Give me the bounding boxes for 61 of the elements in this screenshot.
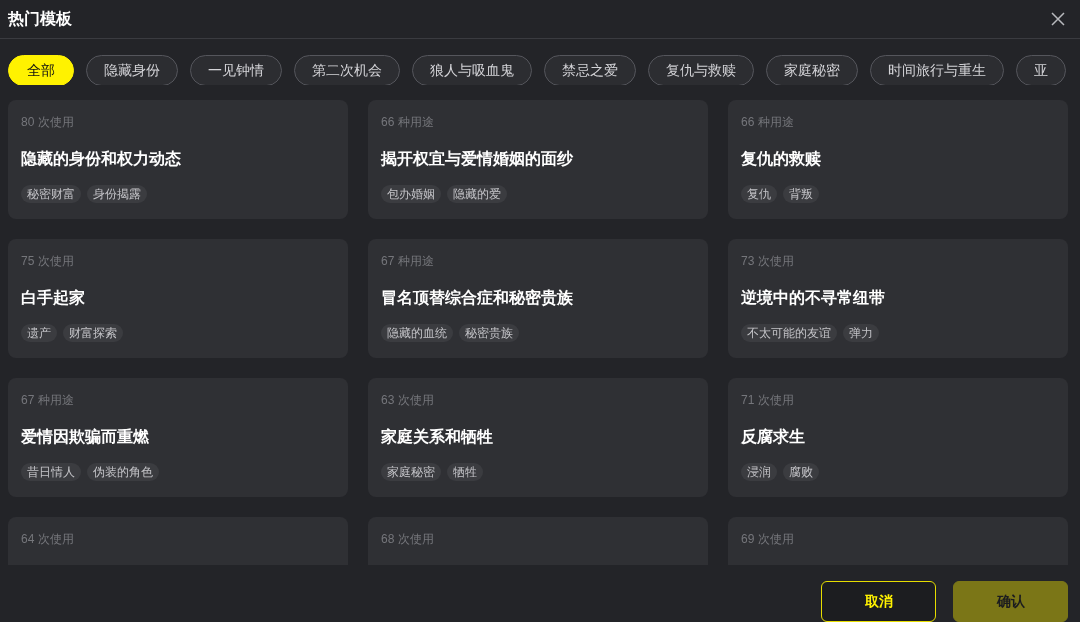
template-card[interactable]: 75 次使用 白手起家 遗产 财富探索 — [8, 239, 348, 359]
template-card[interactable]: 66 种用途 揭开权宜与爱情婚姻的面纱 包办婚姻 隐藏的爱 — [368, 100, 708, 220]
tag: 身份揭露 — [87, 185, 147, 204]
category-tab[interactable]: 全部 — [8, 54, 74, 86]
template-title: 爱情因欺骗而重燃 — [21, 427, 149, 448]
category-tab[interactable]: 隐藏身份 — [86, 54, 178, 86]
template-title: 冒名顶替综合症和秘密贵族 — [381, 288, 573, 309]
category-tab[interactable]: 狼人与吸血鬼 — [412, 54, 532, 86]
template-title: 家庭关系和牺牲 — [381, 427, 493, 448]
usage-count: 75 次使用 — [21, 253, 74, 270]
usage-count: 66 种用途 — [741, 114, 794, 131]
category-tab[interactable]: 亚 — [1016, 54, 1066, 86]
usage-count: 66 种用途 — [381, 114, 434, 131]
usage-count: 63 次使用 — [381, 392, 434, 409]
template-title: 反腐求生 — [741, 427, 805, 448]
template-title: 白手起家 — [21, 288, 85, 309]
usage-count: 67 种用途 — [21, 392, 74, 409]
cancel-button[interactable]: 取消 — [821, 581, 936, 622]
tag: 遗产 — [21, 324, 57, 343]
tag: 家庭秘密 — [381, 463, 441, 482]
tag: 复仇 — [741, 185, 777, 204]
tag: 包办婚姻 — [381, 185, 441, 204]
category-tab[interactable]: 时间旅行与重生 — [870, 54, 1004, 86]
template-title: 揭开权宜与爱情婚姻的面纱 — [381, 149, 573, 170]
template-card[interactable]: 66 种用途 复仇的救赎 复仇 背叛 — [728, 100, 1068, 220]
usage-count: 68 次使用 — [381, 531, 434, 548]
template-title: 复仇的救赎 — [741, 149, 821, 170]
template-card[interactable]: 67 种用途 冒名顶替综合症和秘密贵族 隐藏的血统 秘密贵族 — [368, 239, 708, 359]
template-title: 逆境中的不寻常纽带 — [741, 288, 885, 309]
usage-count: 71 次使用 — [741, 392, 794, 409]
category-tab[interactable]: 家庭秘密 — [766, 54, 858, 86]
template-card[interactable]: 67 种用途 爱情因欺骗而重燃 昔日情人 伪装的角色 — [8, 378, 348, 498]
tag: 弹力 — [843, 324, 879, 343]
template-title: 隐藏的身份和权力动态 — [21, 149, 181, 170]
template-card[interactable]: 80 次使用 隐藏的身份和权力动态 秘密财富 身份揭露 — [8, 100, 348, 220]
close-icon[interactable] — [1050, 10, 1066, 27]
template-card[interactable]: 73 次使用 逆境中的不寻常纽带 不太可能的友谊 弹力 — [728, 239, 1068, 359]
tag: 秘密财富 — [21, 185, 81, 204]
usage-count: 64 次使用 — [21, 531, 74, 548]
usage-count: 69 次使用 — [741, 531, 794, 548]
tag: 财富探索 — [63, 324, 123, 343]
tag: 隐藏的血统 — [381, 324, 453, 343]
tag: 隐藏的爱 — [447, 185, 507, 204]
tag: 背叛 — [783, 185, 819, 204]
category-tab[interactable]: 复仇与救赎 — [648, 54, 754, 86]
category-tab[interactable]: 禁忌之爱 — [544, 54, 636, 86]
tag: 伪装的角色 — [87, 463, 159, 482]
tag: 浸润 — [741, 463, 777, 482]
usage-count: 67 种用途 — [381, 253, 434, 270]
template-card[interactable]: 63 次使用 家庭关系和牺牲 家庭秘密 牺牲 — [368, 378, 708, 498]
tag: 昔日情人 — [21, 463, 81, 482]
usage-count: 73 次使用 — [741, 253, 794, 270]
template-card[interactable]: 71 次使用 反腐求生 浸润 腐败 — [728, 378, 1068, 498]
tag: 不太可能的友谊 — [741, 324, 837, 343]
category-tab[interactable]: 第二次机会 — [294, 54, 400, 86]
tag: 腐败 — [783, 463, 819, 482]
dialog-title: 热门模板 — [8, 8, 72, 29]
tag: 牺牲 — [447, 463, 483, 482]
category-tab[interactable]: 一见钟情 — [190, 54, 282, 86]
usage-count: 80 次使用 — [21, 114, 74, 131]
tag: 秘密贵族 — [459, 324, 519, 343]
